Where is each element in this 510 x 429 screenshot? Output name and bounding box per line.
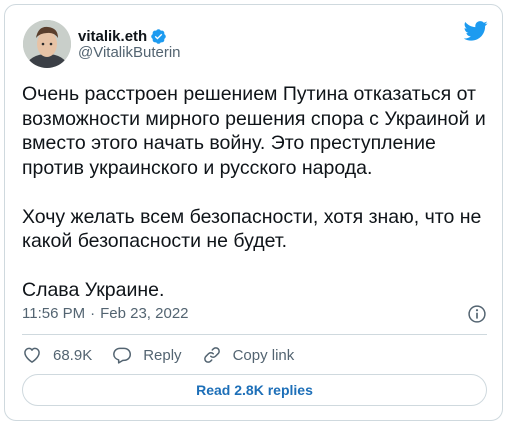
- twitter-bird-icon[interactable]: [464, 21, 488, 41]
- tweet-paragraph: Очень расстроен решением Путина отказать…: [22, 83, 486, 179]
- author-name-row[interactable]: vitalik.eth: [78, 26, 167, 46]
- copy-link-button[interactable]: Copy link: [202, 345, 295, 365]
- verified-badge-icon: [151, 28, 166, 44]
- heart-icon: [24, 347, 40, 363]
- tweet-date[interactable]: Feb 23, 2022: [100, 305, 188, 322]
- tweet-timestamp[interactable]: 11:56 PM · Feb 23, 2022: [22, 305, 189, 322]
- reply-label: Reply: [143, 346, 182, 364]
- author-handle[interactable]: @VitalikButerin: [78, 44, 181, 61]
- info-icon[interactable]: [467, 304, 487, 324]
- link-icon: [203, 347, 220, 363]
- tweet-paragraph: Слава Украине.: [22, 279, 165, 301]
- avatar[interactable]: [23, 20, 71, 68]
- tweet-time[interactable]: 11:56 PM: [22, 305, 85, 322]
- avatar-image: [23, 20, 71, 68]
- action-bar: 68.9K Reply Copy link: [22, 343, 314, 367]
- read-replies-button[interactable]: Read 2.8K replies: [22, 374, 487, 406]
- timestamp-separator: ·: [90, 305, 96, 322]
- tweet-text: Очень расстроен решением Путина отказать…: [22, 82, 492, 303]
- like-count: 68.9K: [53, 346, 93, 364]
- tweet-paragraph: Хочу желать всем безопасности, хотя знаю…: [22, 205, 482, 253]
- copy-link-label: Copy link: [232, 346, 295, 364]
- display-name[interactable]: vitalik.eth: [78, 28, 147, 45]
- like-button[interactable]: 68.9K: [22, 345, 92, 365]
- reply-bubble-icon: [113, 347, 132, 364]
- tweet-card[interactable]: vitalik.eth @VitalikButerin Очень расстр…: [4, 4, 503, 421]
- reply-button[interactable]: Reply: [112, 345, 182, 365]
- divider: [22, 334, 487, 335]
